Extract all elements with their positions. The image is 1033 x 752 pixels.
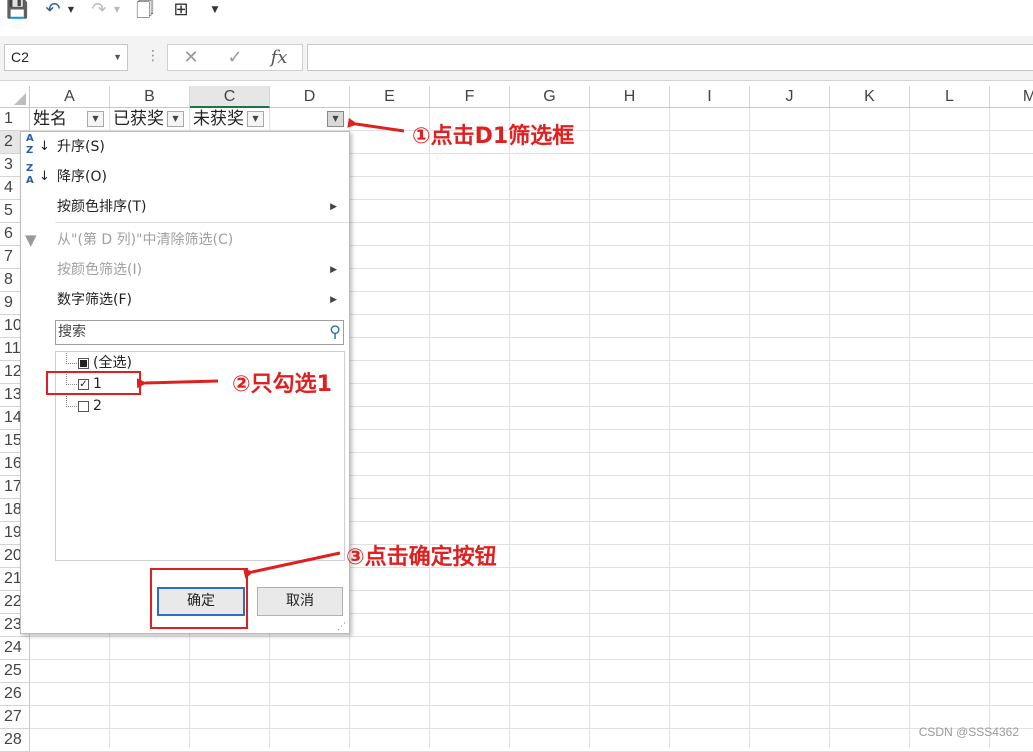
arrow-step3 xyxy=(243,551,341,579)
arrow-step2 xyxy=(136,378,219,389)
annotation-step2: ②只勾选1 xyxy=(232,372,332,397)
annotation-step3: ③点击确定按钮 xyxy=(346,545,497,570)
annotation-box-step2 xyxy=(46,371,141,395)
watermark: CSDN @SSS4362 xyxy=(918,725,1019,739)
annotation-step1: ①点击D1筛选框 xyxy=(412,124,575,149)
annotation-arrows xyxy=(136,117,405,579)
arrow-step1 xyxy=(347,117,405,133)
annotation-box-step3 xyxy=(150,568,248,629)
